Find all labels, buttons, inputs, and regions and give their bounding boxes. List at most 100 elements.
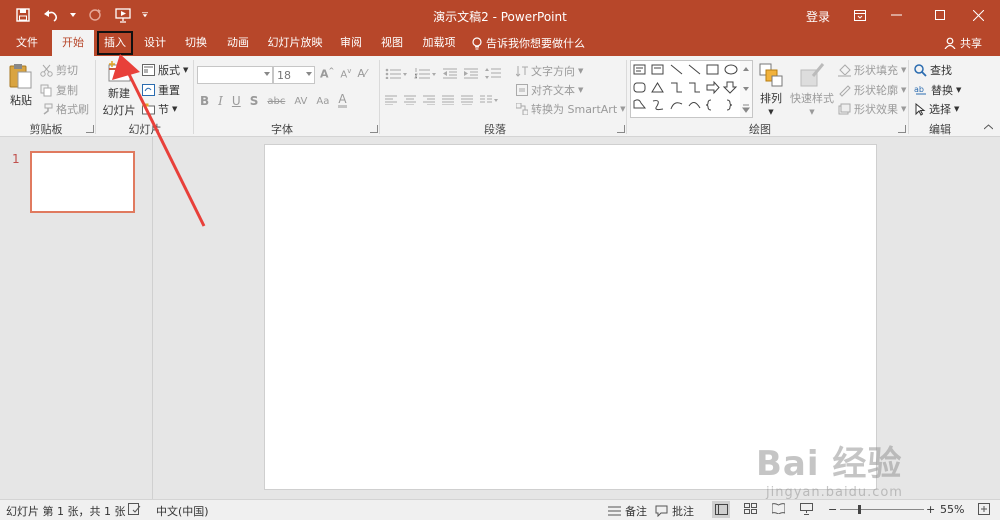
tell-me-box[interactable]: 告诉我你想要做什么 bbox=[472, 30, 585, 56]
tab-review[interactable]: 审阅 bbox=[334, 30, 368, 56]
tab-home[interactable]: 开始 bbox=[52, 30, 94, 56]
align-left-icon[interactable] bbox=[385, 95, 397, 105]
bullets-icon[interactable] bbox=[385, 68, 407, 79]
shape-outline-button[interactable]: 形状轮廓 ▼ bbox=[838, 82, 906, 98]
bold-icon[interactable]: B bbox=[200, 94, 209, 108]
columns-icon[interactable] bbox=[480, 95, 498, 105]
align-center-icon[interactable] bbox=[404, 95, 416, 105]
normal-view-icon[interactable] bbox=[712, 501, 730, 518]
tab-addins[interactable]: 加载项 bbox=[416, 30, 462, 56]
zoom-in-button[interactable]: + bbox=[926, 503, 935, 516]
shadow-icon[interactable]: S bbox=[250, 94, 259, 108]
watermark: Bai 经验 jingyan.baidu.com bbox=[756, 436, 903, 500]
clipboard-launcher-icon[interactable] bbox=[86, 125, 94, 133]
zoom-slider-thumb[interactable] bbox=[858, 505, 861, 514]
format-painter-button[interactable]: 格式刷 bbox=[40, 101, 89, 117]
italic-icon[interactable]: I bbox=[218, 94, 223, 108]
align-right-icon[interactable] bbox=[423, 95, 435, 105]
numbering-icon[interactable] bbox=[414, 68, 436, 79]
section-button[interactable]: 节 ▼ bbox=[142, 101, 177, 117]
pen-icon bbox=[839, 84, 851, 97]
select-button[interactable]: 选择 ▼ bbox=[914, 101, 959, 117]
minimize-icon[interactable] bbox=[876, 0, 916, 30]
shape-effects-button[interactable]: 形状效果 ▼ bbox=[838, 101, 906, 117]
brush-icon bbox=[43, 103, 53, 115]
language-indicator[interactable]: 中文(中国) bbox=[156, 503, 209, 519]
new-slide-label: 新建 bbox=[108, 87, 130, 100]
tab-transitions[interactable]: 切换 bbox=[178, 30, 214, 56]
shape-effects-label: 形状效果 bbox=[854, 103, 898, 116]
convert-smartart-button[interactable]: 转换为 SmartArt ▼ bbox=[516, 101, 626, 117]
quick-styles-label: 快速样式 bbox=[790, 92, 834, 105]
slideshow-view-icon[interactable] bbox=[800, 503, 813, 515]
share-button[interactable]: 共享 bbox=[944, 30, 982, 56]
distributed-icon[interactable] bbox=[461, 95, 473, 105]
layout-button[interactable]: 版式 ▼ bbox=[142, 62, 188, 78]
search-icon bbox=[914, 63, 927, 77]
arrange-button[interactable]: 排列 ▼ bbox=[758, 62, 784, 116]
new-slide-button[interactable]: 新建 幻灯片 bbox=[100, 60, 138, 118]
collapse-ribbon-icon[interactable] bbox=[984, 124, 993, 130]
slide-sorter-icon[interactable] bbox=[744, 503, 757, 514]
scissors-icon bbox=[40, 64, 53, 77]
clear-format-icon[interactable]: A⁄ bbox=[357, 67, 366, 80]
font-size-combo[interactable]: 18 bbox=[273, 66, 315, 84]
increase-font-icon[interactable]: A^ bbox=[320, 67, 334, 81]
underline-icon[interactable]: U bbox=[232, 94, 241, 108]
group-label-clipboard: 剪贴板 bbox=[29, 123, 63, 136]
zoom-slider[interactable] bbox=[840, 509, 924, 510]
shapes-gallery-icons bbox=[633, 64, 738, 111]
char-spacing-icon[interactable]: AV bbox=[294, 96, 307, 107]
login-link[interactable]: 登录 bbox=[806, 8, 830, 25]
cursor-icon bbox=[915, 102, 926, 116]
shapes-gallery[interactable] bbox=[630, 60, 742, 118]
reading-view-icon[interactable] bbox=[772, 503, 785, 514]
paint-bucket-icon bbox=[838, 63, 851, 77]
maximize-icon[interactable] bbox=[920, 0, 960, 30]
align-text-icon bbox=[516, 84, 528, 96]
zoom-out-button[interactable]: − bbox=[828, 503, 837, 516]
quick-styles-button[interactable]: 快速样式 ▼ bbox=[790, 62, 834, 116]
tab-insert[interactable]: 插入 bbox=[96, 30, 134, 56]
font-color-icon[interactable]: A bbox=[338, 93, 347, 108]
tab-slideshow[interactable]: 幻灯片放映 bbox=[262, 30, 328, 56]
find-button[interactable]: 查找 bbox=[914, 62, 952, 78]
font-name-combo[interactable] bbox=[197, 66, 273, 84]
close-icon[interactable] bbox=[958, 0, 998, 30]
group-divider bbox=[95, 60, 96, 134]
comments-button[interactable]: 批注 bbox=[655, 503, 694, 519]
drawing-launcher-icon[interactable] bbox=[898, 125, 906, 133]
replace-button[interactable]: ab 替换 ▼ bbox=[914, 82, 961, 98]
shapes-gallery-scroll[interactable] bbox=[740, 60, 753, 118]
justify-icon[interactable] bbox=[442, 95, 454, 105]
tab-view[interactable]: 视图 bbox=[374, 30, 410, 56]
group-divider bbox=[626, 60, 627, 134]
text-direction-button[interactable]: 文字方向 ▼ bbox=[516, 63, 583, 79]
copy-label: 复制 bbox=[56, 84, 78, 97]
zoom-level[interactable]: 55% bbox=[940, 503, 964, 516]
reset-button[interactable]: 重置 bbox=[142, 82, 180, 98]
decrease-font-icon[interactable]: Av bbox=[340, 67, 351, 80]
strikethrough-icon[interactable]: abc bbox=[267, 96, 285, 107]
spell-check-icon[interactable] bbox=[128, 503, 141, 515]
paste-button[interactable]: 粘贴 bbox=[8, 62, 34, 108]
fit-to-window-icon[interactable] bbox=[978, 503, 990, 515]
paragraph-launcher-icon[interactable] bbox=[617, 125, 625, 133]
font-launcher-icon[interactable] bbox=[370, 125, 378, 133]
cut-button[interactable]: 剪切 bbox=[40, 62, 78, 78]
copy-button[interactable]: 复制 bbox=[40, 82, 78, 98]
tab-animations[interactable]: 动画 bbox=[220, 30, 256, 56]
increase-indent-icon[interactable] bbox=[464, 68, 478, 79]
change-case-icon[interactable]: Aa bbox=[316, 96, 329, 107]
tab-design[interactable]: 设计 bbox=[138, 30, 172, 56]
align-text-button[interactable]: 对齐文本 ▼ bbox=[516, 82, 583, 98]
notes-button[interactable]: 备注 bbox=[608, 503, 647, 519]
shape-fill-label: 形状填充 bbox=[854, 64, 898, 77]
slide-thumbnail[interactable] bbox=[30, 151, 135, 213]
decrease-indent-icon[interactable] bbox=[443, 68, 457, 79]
ribbon-display-options-icon[interactable] bbox=[840, 0, 880, 30]
tab-file[interactable]: 文件 bbox=[6, 30, 48, 56]
line-spacing-icon[interactable] bbox=[485, 68, 501, 79]
shape-fill-button[interactable]: 形状填充 ▼ bbox=[838, 62, 906, 78]
replace-label: 替换 bbox=[931, 84, 953, 97]
